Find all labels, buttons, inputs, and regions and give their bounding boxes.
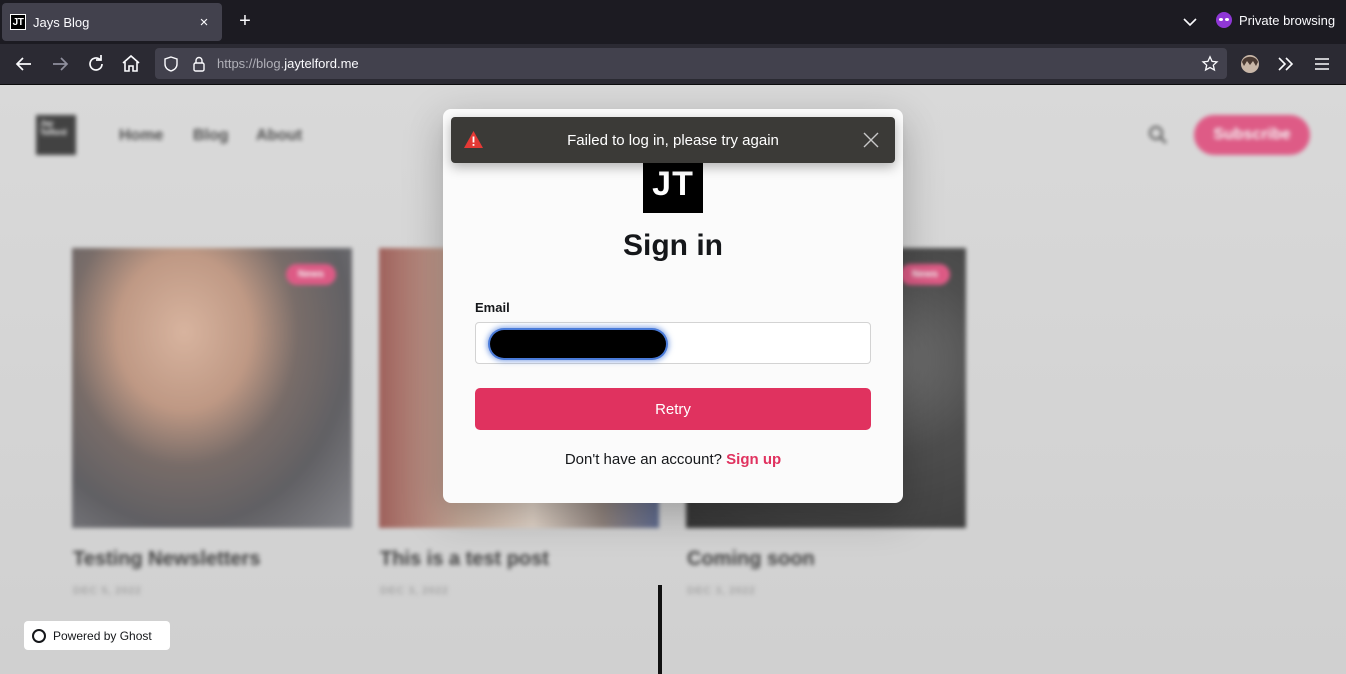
- toast-close-icon[interactable]: [861, 130, 881, 150]
- post-date: DEC 5, 2022: [73, 585, 142, 597]
- lock-icon[interactable]: [190, 55, 208, 73]
- site-search-icon: [1148, 125, 1167, 144]
- email-field[interactable]: [475, 322, 871, 364]
- signup-row: Don't have an account? Sign up: [443, 451, 903, 468]
- private-mask-icon: [1216, 12, 1232, 28]
- post-tag-badge: News: [899, 264, 950, 285]
- url-domain: jaytelford.me: [284, 56, 359, 71]
- reload-icon[interactable]: [84, 52, 108, 76]
- sign-in-modal: JT Sign in Email Retry Don't have an acc…: [443, 109, 903, 503]
- site-nav-home: Home: [119, 127, 164, 144]
- browser-tab-bar: JT Jays Blog × + Private browsing: [0, 0, 1346, 44]
- new-tab-button[interactable]: +: [234, 10, 256, 32]
- bookmark-star-icon[interactable]: [1201, 55, 1219, 73]
- error-toast: Failed to log in, please try again: [451, 117, 895, 163]
- post-date: DEC 3, 2022: [380, 585, 449, 597]
- tab-title: Jays Blog: [33, 14, 90, 30]
- home-icon[interactable]: [119, 52, 143, 76]
- browser-tab[interactable]: JT Jays Blog ×: [2, 3, 222, 41]
- overflow-chevrons-icon[interactable]: [1274, 52, 1298, 76]
- post-title: Coming soon: [687, 548, 815, 570]
- private-browsing-indicator: Private browsing: [1216, 12, 1335, 28]
- post-title: Testing Newsletters: [73, 548, 261, 570]
- back-arrow-icon[interactable]: [12, 52, 36, 76]
- powered-by-label: Powered by Ghost: [53, 628, 152, 643]
- signup-prompt: Don't have an account?: [564, 451, 722, 468]
- site-subscribe-button: Subscribe: [1194, 115, 1310, 155]
- post-date: DEC 3, 2022: [687, 585, 756, 597]
- extension-avatar-icon[interactable]: [1238, 52, 1262, 76]
- modal-title: Sign in: [623, 229, 723, 262]
- email-label: Email: [475, 300, 510, 315]
- forward-arrow-icon[interactable]: [48, 52, 72, 76]
- private-browsing-label: Private browsing: [1239, 12, 1336, 28]
- page-divider-line: [658, 585, 662, 674]
- ghost-circle-icon: [32, 628, 46, 643]
- post-title: This is a test post: [380, 548, 549, 570]
- retry-button[interactable]: Retry: [475, 388, 871, 430]
- post-card-image: News: [72, 248, 352, 528]
- tracking-shield-icon[interactable]: [162, 55, 180, 73]
- tab-list-chevron-icon[interactable]: [1180, 12, 1200, 32]
- warning-icon: [464, 131, 483, 148]
- signup-link[interactable]: Sign up: [726, 451, 781, 468]
- url-bar[interactable]: https://blog.jaytelford.me: [155, 48, 1227, 79]
- site-logo: Jay Telford: [36, 115, 76, 155]
- toast-message: Failed to log in, please try again: [567, 131, 779, 149]
- modal-logo: JT: [643, 155, 703, 213]
- tab-close-icon[interactable]: ×: [194, 14, 214, 31]
- site-nav-about: About: [256, 127, 303, 144]
- hamburger-menu-icon[interactable]: [1310, 52, 1334, 76]
- url-text[interactable]: https://blog.jaytelford.me: [217, 56, 359, 71]
- redacted-email-mark: [490, 330, 666, 358]
- post-tag-badge: News: [285, 264, 336, 285]
- site-nav-blog: Blog: [193, 127, 229, 144]
- tab-favicon-icon: JT: [10, 14, 26, 30]
- url-prefix: https://blog.: [217, 56, 285, 71]
- browser-nav-bar: https://blog.jaytelford.me: [0, 44, 1346, 85]
- powered-by-ghost-badge[interactable]: Powered by Ghost: [24, 621, 170, 650]
